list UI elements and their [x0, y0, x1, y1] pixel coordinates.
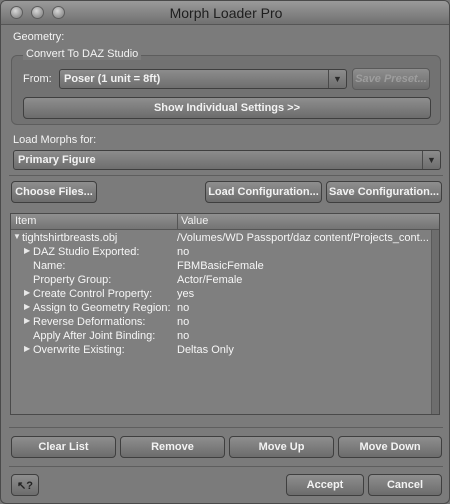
save-preset-button[interactable]: Save Preset... [352, 68, 430, 90]
help-button[interactable]: ↖? [11, 474, 39, 496]
tree-row[interactable]: ▶ Overwrite Existing: Deltas Only [11, 344, 431, 358]
remove-button[interactable]: Remove [120, 436, 225, 458]
tree-row[interactable]: ▶ Reverse Deformations: no [11, 316, 431, 330]
load-morphs-label: Load Morphs for: [13, 134, 97, 146]
tree-row-value: Actor/Female [177, 274, 243, 286]
tree-header: Item Value [11, 214, 439, 230]
tree-row-item: Overwrite Existing: [33, 344, 125, 356]
from-label: From: [23, 73, 52, 85]
tree-row-value: no [177, 302, 190, 314]
tree-row-item: Name: [33, 260, 66, 272]
load-configuration-button[interactable]: Load Configuration... [205, 181, 322, 203]
title-bar[interactable]: Morph Loader Pro [1, 1, 449, 25]
chevron-down-icon: ▼ [328, 70, 346, 88]
tree-scrollbar[interactable] [431, 230, 439, 414]
divider [9, 175, 443, 176]
window-title: Morph Loader Pro [169, 5, 283, 21]
column-separator[interactable] [177, 214, 178, 230]
tree-row-value: yes [177, 288, 195, 300]
disclosure-collapsed-icon[interactable]: ▶ [24, 302, 30, 311]
tree-row-value: no [177, 316, 190, 328]
tree-row[interactable]: Apply After Joint Binding: no [11, 330, 431, 344]
help-question-icon: ↖? [17, 479, 33, 492]
cancel-button[interactable]: Cancel [368, 474, 442, 496]
tree-row-item: Property Group: [33, 274, 112, 286]
from-select[interactable]: Poser (1 unit = 8ft) ▼ [59, 69, 347, 89]
disclosure-collapsed-icon[interactable]: ▶ [24, 288, 30, 297]
tree-row-value: /Volumes/WD Passport/daz content/Project… [177, 232, 429, 244]
disclosure-collapsed-icon[interactable]: ▶ [24, 246, 30, 255]
tree-row-item: Apply After Joint Binding: [33, 330, 156, 342]
tree-row-item: Create Control Property: [33, 288, 153, 300]
from-select-value: Poser (1 unit = 8ft) [64, 73, 161, 85]
save-configuration-button[interactable]: Save Configuration... [326, 181, 442, 203]
disclosure-expanded-icon[interactable]: ▼ [13, 232, 21, 241]
column-header-value[interactable]: Value [181, 215, 208, 227]
divider [9, 466, 443, 467]
tree-row[interactable]: ▼ tightshirtbreasts.obj/Volumes/WD Passpo… [11, 232, 431, 246]
tree-row[interactable]: ▶ Create Control Property: yes [11, 288, 431, 302]
tree-row-item: Assign to Geometry Region: [33, 302, 171, 314]
tree-row[interactable]: ▶ DAZ Studio Exported: no [11, 246, 431, 260]
morph-file-tree[interactable]: Item Value ▼ tightshirtbreasts.obj/Volume… [10, 213, 440, 415]
clear-list-button[interactable]: Clear List [11, 436, 116, 458]
disclosure-collapsed-icon[interactable]: ▶ [24, 344, 30, 353]
morph-loader-window: Morph Loader Pro Geometry: Convert To DA… [0, 0, 450, 504]
choose-files-button[interactable]: Choose Files... [11, 181, 97, 203]
tree-row-value: Deltas Only [177, 344, 234, 356]
convert-group-label: Convert To DAZ Studio [23, 48, 142, 60]
tree-row[interactable]: Property Group: Actor/Female [11, 274, 431, 288]
load-morphs-select-value: Primary Figure [18, 154, 96, 166]
tree-row-item: DAZ Studio Exported: [33, 246, 140, 258]
disclosure-collapsed-icon[interactable]: ▶ [24, 316, 30, 325]
tree-row-item: tightshirtbreasts.obj [22, 232, 118, 244]
tree-row-value: FBMBasicFemale [177, 260, 264, 272]
move-down-button[interactable]: Move Down [338, 436, 442, 458]
tree-row-item: Reverse Deformations: [33, 316, 146, 328]
geometry-label: Geometry: [13, 31, 65, 43]
accept-button[interactable]: Accept [286, 474, 364, 496]
show-individual-settings-button[interactable]: Show Individual Settings >> [23, 97, 431, 119]
tree-row-value: no [177, 330, 190, 342]
column-header-item[interactable]: Item [15, 215, 36, 227]
tree-row[interactable]: Name: FBMBasicFemale [11, 260, 431, 274]
chevron-down-icon: ▼ [422, 151, 440, 169]
tree-row-value: no [177, 246, 190, 258]
move-up-button[interactable]: Move Up [229, 436, 334, 458]
divider [9, 427, 443, 428]
tree-row[interactable]: ▶ Assign to Geometry Region: no [11, 302, 431, 316]
load-morphs-select[interactable]: Primary Figure ▼ [13, 150, 441, 170]
